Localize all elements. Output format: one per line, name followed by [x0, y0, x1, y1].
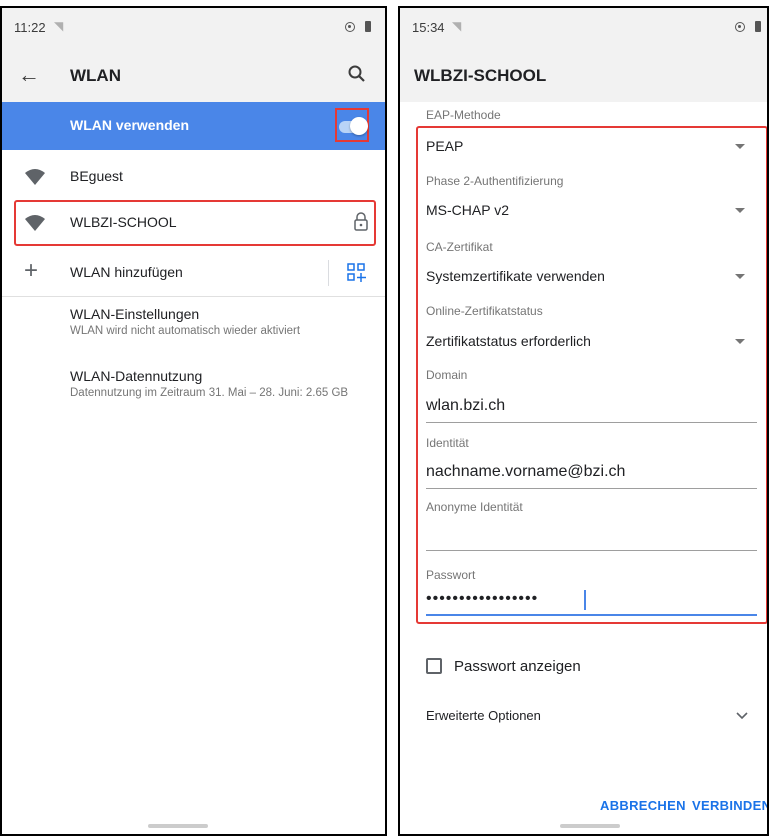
network-row-beguest[interactable]: BEguest — [2, 154, 385, 200]
search-icon[interactable] — [347, 64, 367, 84]
status-bar: 15:34 ◥ — [400, 8, 767, 48]
chevron-down-icon[interactable] — [735, 711, 749, 721]
setting-subtitle: WLAN wird nicht automatisch wieder aktiv… — [70, 325, 301, 337]
right-phone-screen: 15:34 ◥ WLBZI-SCHOOL EAP-Methode PEAP Ph… — [398, 6, 769, 836]
status-time: 15:34 — [412, 20, 445, 35]
status-bar: 11:22 ◥ — [2, 8, 385, 48]
battery-icon — [755, 21, 761, 32]
domain-underline — [426, 422, 757, 423]
add-network-row[interactable]: + WLAN hinzufügen — [2, 250, 385, 296]
dropdown-arrow-icon[interactable] — [735, 274, 745, 279]
connect-button[interactable]: VERBINDEN — [692, 798, 767, 813]
nav-handle[interactable] — [148, 824, 208, 828]
wifi-status-icon: ◥ — [54, 19, 64, 33]
wlan-toggle-row[interactable]: WLAN verwenden — [2, 102, 385, 150]
phase2-label: Phase 2-Authentifizierung — [426, 174, 564, 188]
network-name: WLBZI-SCHOOL — [70, 214, 177, 230]
text-cursor — [584, 590, 586, 610]
phase2-select[interactable]: MS-CHAP v2 — [426, 202, 509, 218]
online-cert-label: Online-Zertifikatstatus — [426, 304, 543, 318]
wlan-toggle-highlight — [335, 108, 369, 142]
nav-handle[interactable] — [560, 824, 620, 828]
divider — [328, 260, 329, 286]
ca-cert-select[interactable]: Systemzertifikate verwenden — [426, 268, 605, 284]
toggle-knob[interactable] — [350, 117, 368, 135]
setting-wlan-datennutzung[interactable]: WLAN-Datennutzung Datennutzung im Zeitra… — [70, 368, 375, 399]
dropdown-arrow-icon[interactable] — [735, 144, 745, 149]
plus-icon: + — [24, 257, 39, 284]
status-time: 11:22 — [14, 20, 46, 35]
online-cert-select[interactable]: Zertifikatstatus erforderlich — [426, 333, 591, 349]
cancel-button[interactable]: ABBRECHEN — [600, 798, 686, 813]
anon-identity-underline — [426, 550, 757, 551]
show-password-checkbox[interactable] — [426, 658, 442, 674]
left-phone-screen: 11:22 ◥ ← WLAN WLAN verwenden BEguest WL… — [0, 6, 387, 836]
network-name: BEguest — [70, 168, 123, 184]
setting-subtitle: Datennutzung im Zeitraum 31. Mai – 28. J… — [70, 387, 349, 399]
setting-title: WLAN-Datennutzung — [70, 368, 203, 384]
arrow-back-icon[interactable]: ← — [18, 62, 40, 88]
wlan-toggle-label: WLAN verwenden — [70, 117, 190, 133]
password-label: Passwort — [426, 568, 476, 582]
add-network-label: WLAN hinzufügen — [70, 264, 183, 280]
eap-method-select[interactable]: PEAP — [426, 138, 463, 154]
dropdown-arrow-icon[interactable] — [735, 208, 745, 213]
identity-input[interactable]: nachname.vorname@bzi.ch — [426, 463, 625, 481]
page-title: WLAN — [70, 66, 121, 85]
divider — [2, 296, 385, 297]
app-bar: WLBZI-SCHOOL — [400, 48, 767, 102]
dialog-title: WLBZI-SCHOOL — [414, 66, 547, 85]
wifi-status-icon: ◥ — [452, 19, 462, 33]
identity-underline — [426, 488, 757, 489]
battery-icon — [365, 21, 371, 32]
vibrate-icon — [735, 22, 745, 32]
domain-label: Domain — [426, 368, 468, 382]
show-password-label[interactable]: Passwort anzeigen — [454, 658, 581, 675]
dropdown-arrow-icon[interactable] — [735, 339, 745, 344]
identity-label: Identität — [426, 436, 469, 450]
vibrate-icon — [345, 22, 355, 32]
lock-icon — [354, 212, 368, 231]
setting-title: WLAN-Einstellungen — [70, 306, 200, 322]
setting-wlan-einstellungen[interactable]: WLAN-Einstellungen WLAN wird nicht autom… — [70, 306, 375, 337]
password-underline — [426, 614, 757, 616]
network-row-wlbzi-school[interactable]: WLBZI-SCHOOL — [2, 200, 385, 246]
password-input[interactable]: ••••••••••••••••• — [426, 590, 538, 608]
wifi-icon — [25, 215, 45, 231]
ca-cert-label: CA-Zertifikat — [426, 240, 493, 254]
anon-identity-label: Anonyme Identität — [426, 500, 523, 514]
app-bar: ← WLAN — [2, 48, 385, 102]
advanced-options-label[interactable]: Erweiterte Optionen — [426, 708, 541, 723]
eap-method-label: EAP-Methode — [426, 108, 501, 122]
wifi-icon — [25, 169, 45, 185]
qr-code-icon[interactable] — [347, 263, 367, 283]
domain-input[interactable]: wlan.bzi.ch — [426, 397, 505, 415]
